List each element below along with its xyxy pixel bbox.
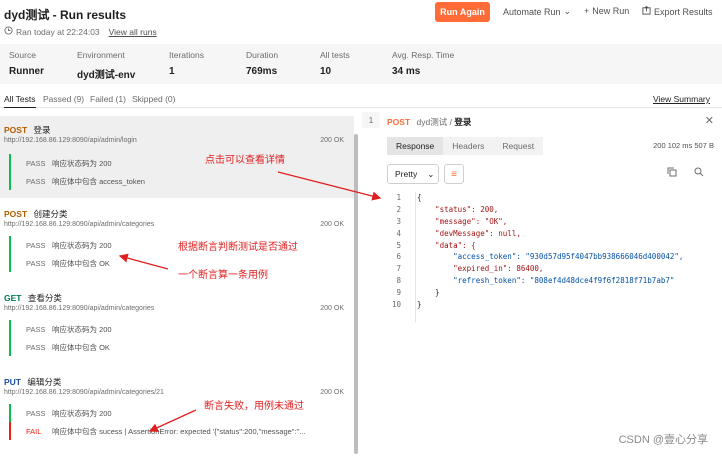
code-line: 9 }	[396, 287, 440, 297]
code-line: 6 "access_token": "930d57d95f4047bb93866…	[396, 252, 684, 262]
response-body[interactable]: 1{ 2 "status": 200, 3 "message": "OK", 4…	[387, 192, 717, 322]
detail-tabs: Response Headers Request	[387, 137, 544, 155]
wrap-lines-icon[interactable]: ≡	[444, 164, 464, 184]
tab-headers[interactable]: Headers	[443, 137, 494, 155]
tab-response[interactable]: Response	[387, 137, 444, 155]
arrow-to-failed-test	[148, 409, 197, 432]
tab-request[interactable]: Request	[493, 137, 544, 155]
code-line: 2 "status": 200,	[396, 205, 499, 215]
iteration-number: 1	[362, 112, 380, 128]
response-meta: 200 102 ms 507 B	[653, 141, 714, 150]
watermark: CSDN @壹心分享	[618, 434, 708, 446]
breadcrumb: POST dyd测试 / 登录	[387, 117, 472, 127]
code-line: 3 "message": "OK",	[396, 216, 508, 226]
code-line: 4 "devMessage": null,	[396, 228, 521, 238]
code-line: 10}	[391, 299, 422, 309]
code-line: 8 "refresh_token": "808ef4d48dce4f9f6f28…	[396, 275, 675, 285]
search-icon[interactable]	[694, 167, 704, 180]
code-line: 1{	[396, 193, 422, 203]
request-detail-panel: 1 POST dyd测试 / 登录 ✕ Response Headers Req…	[362, 112, 722, 457]
arrow-to-test-row	[118, 253, 169, 270]
code-line: 5 "data": {	[396, 240, 476, 250]
chevron-down-icon: ⌄	[427, 168, 435, 179]
close-icon[interactable]: ✕	[705, 114, 714, 127]
copy-icon[interactable]	[667, 167, 677, 180]
code-line: 7 "expired_in": 86400,	[396, 264, 544, 274]
format-label: Pretty	[395, 169, 418, 179]
format-select[interactable]: Pretty ⌄	[387, 164, 439, 184]
